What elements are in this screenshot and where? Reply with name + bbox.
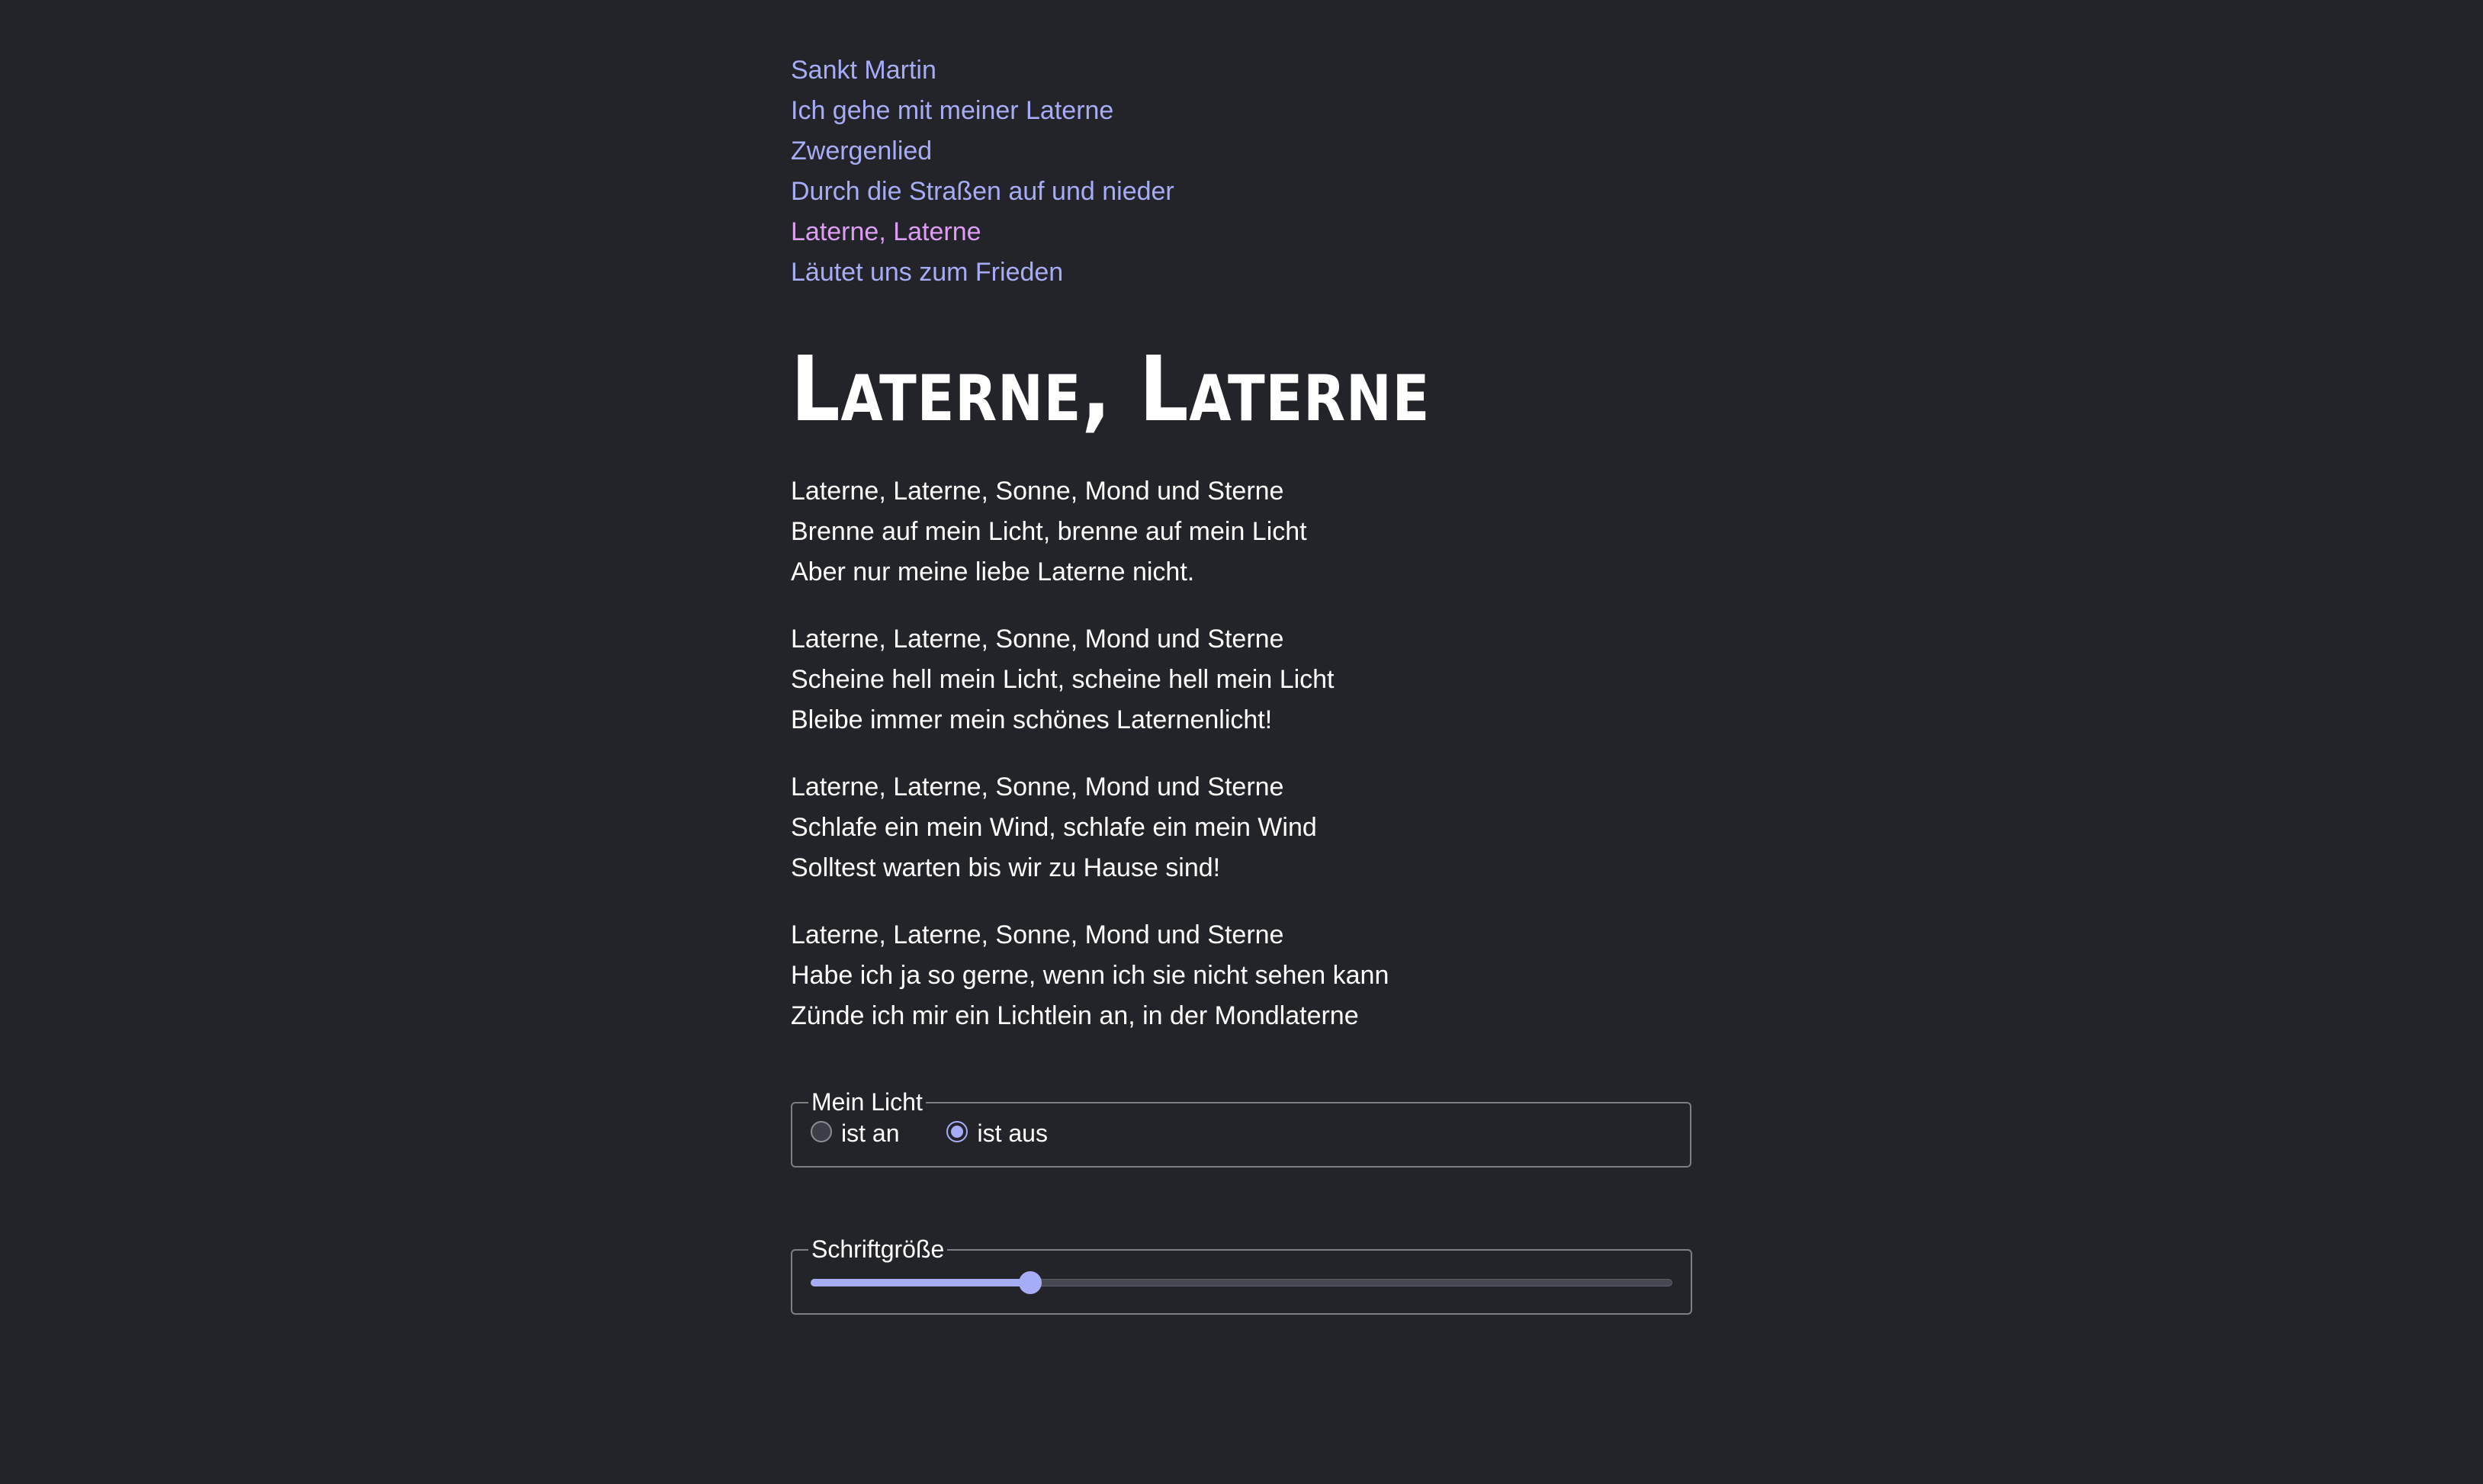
font-size-slider[interactable] bbox=[811, 1271, 1672, 1294]
light-radio-group: ist an ist aus bbox=[811, 1119, 1672, 1148]
nav-item: Sankt Martin bbox=[791, 50, 1174, 91]
nav-link-durch-die-strassen[interactable]: Durch die Straßen auf und nieder bbox=[791, 177, 1174, 206]
lyric-line: Brenne auf mein Licht, brenne auf mein L… bbox=[791, 517, 1307, 546]
nav-link-zwergenlied[interactable]: Zwergenlied bbox=[791, 137, 932, 165]
song-nav: Sankt Martin Ich gehe mit meiner Laterne… bbox=[791, 50, 1174, 293]
stanza: Laterne, Laterne, Sonne, Mond und Sterne… bbox=[791, 767, 1389, 888]
slider-thumb[interactable] bbox=[1019, 1271, 1042, 1294]
nav-link-sankt-martin[interactable]: Sankt Martin bbox=[791, 56, 936, 85]
nav-link-laeutet-uns-zum-frieden[interactable]: Läutet uns zum Frieden bbox=[791, 258, 1063, 287]
nav-link-laterne-laterne[interactable]: Laterne, Laterne bbox=[791, 217, 981, 246]
stanza: Laterne, Laterne, Sonne, Mond und Sterne… bbox=[791, 471, 1389, 593]
radio-light-on-label[interactable]: ist an bbox=[841, 1119, 899, 1148]
lyric-line: Habe ich ja so gerne, wenn ich sie nicht… bbox=[791, 961, 1389, 990]
nav-item: Laterne, Laterne bbox=[791, 212, 1174, 252]
stanza: Laterne, Laterne, Sonne, Mond und Sterne… bbox=[791, 619, 1389, 740]
nav-item: Durch die Straßen auf und nieder bbox=[791, 172, 1174, 212]
lyric-line: Laterne, Laterne, Sonne, Mond und Sterne bbox=[791, 477, 1284, 506]
radio-light-on-circle[interactable] bbox=[811, 1120, 832, 1142]
stanza: Laterne, Laterne, Sonne, Mond und Sterne… bbox=[791, 915, 1389, 1036]
font-size-fieldset: Schriftgröße bbox=[791, 1235, 1692, 1315]
radio-light-off-circle[interactable] bbox=[946, 1120, 968, 1142]
song-title: Laterne, Laterne bbox=[791, 336, 1431, 442]
lyric-line: Bleibe immer mein schönes Laternenlicht! bbox=[791, 705, 1273, 734]
lyric-line: Solltest warten bis wir zu Hause sind! bbox=[791, 853, 1221, 882]
font-size-legend: Schriftgröße bbox=[811, 1235, 945, 1263]
radio-light-off[interactable]: ist aus bbox=[946, 1119, 1048, 1148]
lyric-line: Zünde ich mir ein Lichtlein an, in der M… bbox=[791, 1001, 1359, 1030]
lyric-line: Aber nur meine liebe Laterne nicht. bbox=[791, 557, 1195, 586]
radio-light-off-label[interactable]: ist aus bbox=[977, 1119, 1047, 1148]
slider-fill bbox=[811, 1279, 1031, 1286]
lyric-line: Schlafe ein mein Wind, schlafe ein mein … bbox=[791, 813, 1317, 842]
lyric-line: Laterne, Laterne, Sonne, Mond und Sterne bbox=[791, 773, 1284, 801]
nav-link-ich-gehe-mit-meiner-laterne[interactable]: Ich gehe mit meiner Laterne bbox=[791, 96, 1113, 125]
light-legend: Mein Licht bbox=[811, 1088, 923, 1116]
radio-light-on[interactable]: ist an bbox=[811, 1119, 899, 1148]
lyric-line: Scheine hell mein Licht, scheine hell me… bbox=[791, 665, 1335, 694]
nav-item: Läutet uns zum Frieden bbox=[791, 252, 1174, 293]
lyric-line: Laterne, Laterne, Sonne, Mond und Sterne bbox=[791, 920, 1284, 949]
lyric-line: Laterne, Laterne, Sonne, Mond und Sterne bbox=[791, 625, 1284, 654]
nav-item: Ich gehe mit meiner Laterne bbox=[791, 91, 1174, 131]
nav-item: Zwergenlied bbox=[791, 131, 1174, 172]
light-fieldset: Mein Licht ist an ist aus bbox=[791, 1088, 1691, 1168]
lyrics: Laterne, Laterne, Sonne, Mond und Sterne… bbox=[791, 471, 1389, 1063]
